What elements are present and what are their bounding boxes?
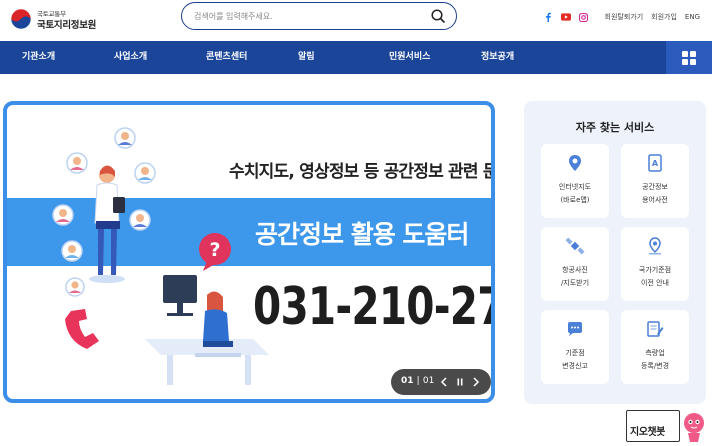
grid-menu-icon [682,50,696,65]
service-label: 등록/변경 [640,362,670,370]
header-utility-links: 회원탈퇴가기 회원가입 ENG [543,10,700,24]
service-label: 항공사진 [562,266,588,274]
search-icon [431,9,445,23]
banner-headline: 공간정보 활용 도움터 [255,220,469,249]
pager-pause-button[interactable] [453,374,467,390]
instagram-icon[interactable] [579,12,589,22]
service-label: 인터넷지도 [558,183,592,191]
government-emblem-icon [10,8,32,30]
banner-phone-number: 031-210-2700 [253,277,491,337]
logo-agency-name: 국토지리정보원 [37,20,97,31]
service-internet-map[interactable]: 인터넷지도 (바로e맵) [541,144,609,218]
satellite-icon [565,237,585,255]
util-link-withdraw[interactable]: 회원탈퇴가기 [605,12,644,22]
svg-text:?: ? [209,239,220,261]
chevron-right-icon [473,377,480,387]
edit-document-icon [647,321,664,337]
pause-icon [457,378,463,386]
pager-next-button[interactable] [469,374,483,390]
site-logo[interactable]: 국토교통부 국토지리정보원 [10,6,120,34]
service-control-point-report[interactable]: 기준점 변경신고 [541,310,609,384]
banner-illustration: ? [52,127,269,385]
service-label: 공간정보 [642,183,668,191]
profile-bubble-icon [114,127,136,149]
search-box [181,2,457,30]
main-navigation: 기관소개 사업소개 콘텐츠센터 알림 민원서비스 정보공개 [0,41,712,74]
nav-item-notice[interactable]: 알림 [298,41,315,74]
chatbot-mascot-icon [684,413,704,442]
site-header: 국토교통부 국토지리정보원 회원탈퇴가기 회원가입 ENG [0,0,712,40]
quick-services-title: 자주 찾는 서비스 [575,121,655,134]
pager-current: 01 [401,376,414,386]
youtube-icon[interactable] [560,12,571,22]
search-input[interactable] [194,7,424,25]
service-label: 용어사전 [642,196,668,204]
service-label: 이전 안내 [641,279,669,287]
pager-count: 01 | 01 [401,376,434,386]
chatbot-button[interactable]: 지오챗봇 [626,406,708,444]
service-label: 변경신고 [562,362,588,370]
chatbot-sign: 지오챗봇 [626,410,680,442]
nav-item-about[interactable]: 기관소개 [22,41,55,74]
main-banner[interactable]: ? 수치지도, 영상정보 등 공간정보 관련 문의 공간정보 활용 도움터 03… [3,101,495,403]
all-menu-button[interactable] [666,41,712,74]
nav-item-civil-service[interactable]: 민원서비스 [389,41,430,74]
nav-item-disclosure[interactable]: 정보공개 [481,41,514,74]
nav-item-business[interactable]: 사업소개 [114,41,147,74]
facebook-icon[interactable] [543,12,553,22]
location-icon [649,237,661,255]
service-label: 기준점 [565,349,585,357]
map-pin-icon [569,155,581,171]
service-label: /지도받기 [560,279,590,287]
chevron-left-icon [440,377,447,387]
service-label: 측량업 [645,349,665,357]
service-label: 국가기준점 [638,266,672,274]
service-survey-registration[interactable]: 측량업 등록/변경 [621,310,689,384]
banner-pager: 01 | 01 [391,369,491,395]
quick-services-panel: 자주 찾는 서비스 인터넷지도 (바로e맵) A 공간정보 용어사전 항공사진 … [524,101,706,404]
search-button[interactable] [430,8,446,24]
dictionary-icon: A [648,154,662,172]
util-link-signup[interactable]: 회원가입 [651,12,677,22]
service-aerial-photo[interactable]: 항공사진 /지도받기 [541,227,609,301]
pager-separator: | [416,376,420,386]
pager-prev-button[interactable] [437,374,451,390]
util-link-english[interactable]: ENG [685,13,700,21]
pager-total: 01 [422,376,435,386]
chatbot-label: 지오챗봇 [630,427,665,438]
chat-icon [568,322,582,336]
service-label: (바로e맵) [560,196,590,204]
service-glossary[interactable]: A 공간정보 용어사전 [621,144,689,218]
svg-text:A: A [652,159,659,168]
service-control-point[interactable]: 국가기준점 이전 안내 [621,227,689,301]
nav-item-contents[interactable]: 콘텐츠센터 [206,41,247,74]
banner-inquiry-text: 수치지도, 영상정보 등 공간정보 관련 문의 [229,162,495,182]
